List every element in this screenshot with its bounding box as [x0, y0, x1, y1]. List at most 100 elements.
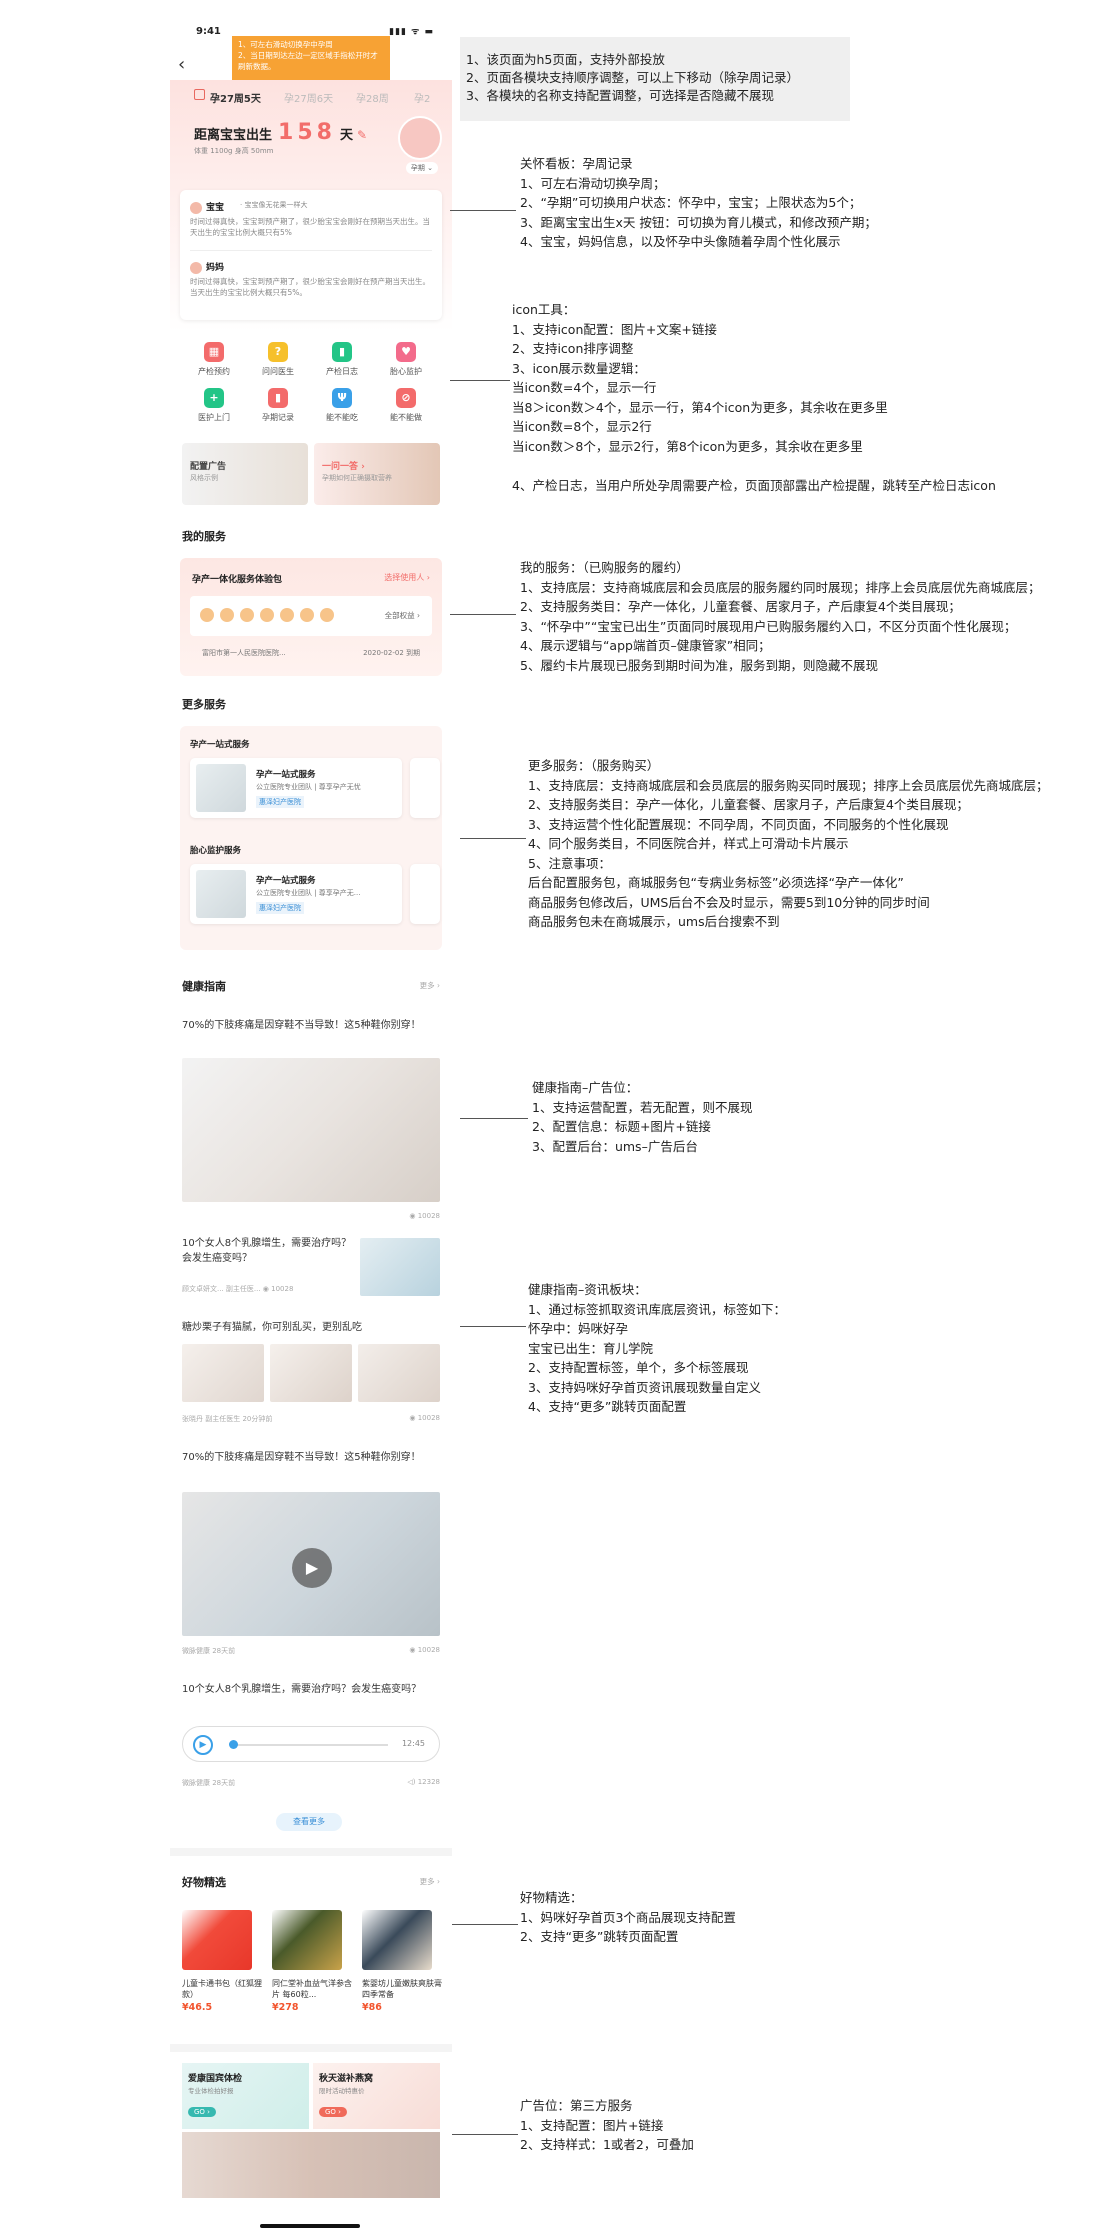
article-title[interactable]: 70%的下肢疼痛是因穿鞋不当导致！这5种鞋你别穿！	[182, 1018, 442, 1033]
icon-grid: ▦ 产检预约 ? 问问医生 ▮ 产检日志 ♥ 胎心监护 + 医护上门 ▮ 孕期记录 Ψ 能不能…	[170, 330, 452, 430]
week-tab[interactable]: 孕2	[414, 90, 430, 105]
service-group-title: 孕产一站式服务	[190, 740, 250, 750]
week-tab-current[interactable]: 孕27周5天	[210, 90, 261, 105]
service-desc: 公立医院专业团队 | 尊享孕产无...	[256, 889, 361, 897]
promo-qa[interactable]: 一问一答 › 孕期如何正确摄取营养	[314, 443, 440, 505]
checkup-icon: ▦	[204, 342, 224, 362]
article-title[interactable]: 糖炒栗子有猫腻，你可别乱买，更别乱吃	[182, 1320, 442, 1335]
note-line: 商品服务包未在商城展示，ums后台搜索不到	[528, 914, 780, 929]
icon-item-fetal-monitor[interactable]: ♥ 胎心监护	[374, 342, 438, 377]
goods-item[interactable]: 儿童卡通书包（红狐狸款） ¥46.5	[182, 1910, 262, 2020]
promo-ad-left[interactable]: 配置广告 风格示例	[182, 443, 308, 505]
ad-title: 爱康国宾体检	[188, 2074, 243, 2084]
due-countdown[interactable]: 距离宝宝出生 158 天 ✎	[194, 120, 367, 145]
utensils-icon: Ψ	[332, 388, 352, 408]
icon-item-can-eat[interactable]: Ψ 能不能吃	[310, 388, 374, 423]
service-card[interactable]: 孕产一站式服务 公立医院专业团队 | 尊享孕产无... 惠泽妇产医院	[190, 864, 402, 924]
all-benefits-link[interactable]: 全部权益 ›	[385, 610, 420, 621]
section-title-goods: 好物精选	[182, 1876, 226, 1889]
article-title[interactable]: 10个女人8个乳腺增生，需要治疗吗？会发生癌变吗？	[182, 1236, 352, 1266]
icon-item-records[interactable]: ▮ 孕期记录	[246, 388, 310, 423]
goods-name: 儿童卡通书包（红狐狸款）	[182, 1979, 262, 1999]
article-thumb[interactable]	[270, 1344, 352, 1402]
note-health-ad: 健康指南–广告位： 1、支持运营配置，若无配置，则不展现 2、配置信息：标题+图…	[532, 1078, 752, 1156]
article-views: ◉ 10028	[409, 1212, 440, 1220]
status-switch[interactable]: 孕期 ⌄	[405, 162, 438, 174]
ad-banner-left[interactable]: 爱康国宾体检 专业体检拍好报 GO ›	[182, 2063, 309, 2129]
ad-banner-right[interactable]: 秋天滋补燕窝 限时活动特惠价 GO ›	[313, 2063, 440, 2129]
audio-scrubber[interactable]	[229, 1740, 238, 1749]
note-line: 当icon数＞8个，显示2行，第8个icon为更多，其余收在更多里	[512, 438, 863, 454]
audio-player[interactable]: ▶ 12:45	[182, 1726, 440, 1762]
back-arrow-icon[interactable]: ‹	[178, 54, 185, 75]
week-tab[interactable]: 孕28周	[356, 90, 389, 105]
countdown-value: 158	[278, 120, 336, 145]
ad-sub: 限时活动特惠价	[319, 2087, 365, 2095]
goods-item[interactable]: 同仁堂补血益气洋参含片 每60粒... ¥278	[272, 1910, 352, 2020]
note-line: 2、配置信息：标题+图片+链接	[532, 1119, 711, 1134]
note-line: 2、支持服务类目：孕产一体化，儿童套餐、居家月子，产后康复4个类目展现；	[528, 797, 969, 812]
health-more-link[interactable]: 更多 ›	[420, 980, 440, 991]
week-selector[interactable]: 孕27周5天 孕27周6天 孕28周 孕2	[170, 84, 452, 106]
ad-title: 秋天滋补燕窝	[319, 2074, 374, 2084]
note-ad: 广告位：第三方服务 1、支持配置：图片+链接 2、支持样式：1或者2，可叠加	[520, 2096, 694, 2155]
home-indicator	[260, 2224, 360, 2228]
icon-label: 产检预约	[198, 367, 230, 376]
audio-track[interactable]	[233, 1744, 388, 1746]
service-card[interactable]: 孕产一站式服务 公立医院专业团队 | 尊享孕产无忧 惠泽妇产医院	[190, 758, 402, 818]
status-icons: ▮▮▮ ᯤ ▬	[389, 27, 434, 37]
note-line: 2、支持“更多”跳转页面配置	[520, 1929, 679, 1944]
article-thumb[interactable]	[358, 1344, 440, 1402]
note-my-service: 我的服务：（已购服务的履约） 1、支持底层：支持商城底层和会员底层的服务履约同时…	[520, 558, 1040, 675]
select-user-link[interactable]: 选择使用人 ›	[384, 572, 430, 583]
more-service-panel: 孕产一站式服务 孕产一站式服务 公立医院专业团队 | 尊享孕产无忧 惠泽妇产医院…	[180, 726, 442, 950]
icon-item-checkup[interactable]: ▦ 产检预约	[182, 342, 246, 377]
article-meta: 微脉健康 28天前	[182, 1779, 236, 1787]
question-icon: ?	[268, 342, 288, 362]
service-card-peek[interactable]	[410, 864, 440, 924]
calendar-icon[interactable]	[194, 89, 205, 100]
article-title[interactable]: 70%的下肢疼痛是因穿鞋不当导致！这5种鞋你别穿！	[182, 1450, 442, 1465]
service-card-peek[interactable]	[410, 758, 440, 818]
benefit-icon	[260, 608, 274, 622]
note-line: 4、展示逻辑与“app端首页–健康管家”相同；	[520, 638, 771, 653]
connector-line	[460, 1326, 526, 1327]
note-line: 1、妈咪好孕首页3个商品展现支持配置	[520, 1909, 736, 1925]
service-image	[196, 870, 246, 918]
article-thumb[interactable]	[182, 1344, 264, 1402]
note-line: 1、支持配置：图片+链接	[520, 2117, 664, 2133]
service-name: 孕产一站式服务	[256, 876, 316, 886]
article-image[interactable]	[182, 1058, 440, 1202]
goods-item[interactable]: 紫婴坊儿童嫩肤爽肤膏 四季常备 ¥86	[362, 1910, 442, 2020]
tip-line: 1、可左右滑动切换孕中孕周	[238, 40, 333, 49]
ad-go-button[interactable]: GO ›	[188, 2107, 216, 2117]
goods-more-link[interactable]: 更多 ›	[420, 1876, 440, 1887]
edit-icon[interactable]: ✎	[357, 128, 367, 142]
icon-label: 医护上门	[198, 413, 230, 422]
note-line: 2、页面各模块支持顺序调整，可以上下移动（除孕周记录）	[466, 70, 799, 85]
benefits-row[interactable]: 全部权益 ›	[190, 596, 432, 636]
load-more-button[interactable]: 查看更多	[276, 1813, 342, 1831]
ad-banner-wide[interactable]	[182, 2132, 440, 2198]
ad-go-button[interactable]: GO ›	[319, 2107, 347, 2117]
article-title[interactable]: 10个女人8个乳腺增生，需要治疗吗？会发生癌变吗？	[182, 1682, 442, 1697]
baby-text: 时间过得真快，宝宝到预产期了，很少胎宝宝会刚好在预期当天出生。当天出生的宝宝比例…	[190, 217, 430, 237]
icon-item-ask-doctor[interactable]: ? 问问医生	[246, 342, 310, 377]
article-thumb[interactable]	[360, 1238, 440, 1296]
my-service-card[interactable]: 孕产一体化服务体验包 选择使用人 › 全部权益 › 富阳市第一人民医院医院...…	[180, 558, 442, 676]
note-line: 5、注意事项：	[528, 855, 611, 871]
play-icon[interactable]: ▶	[193, 1735, 213, 1755]
goods-price: ¥86	[362, 2002, 382, 2013]
note-line: 2、支持服务类目：孕产一体化，儿童套餐、居家月子，产后康复4个类目展现；	[520, 599, 961, 614]
promo-title: 一问一答 ›	[322, 462, 365, 472]
week-tab[interactable]: 孕27周6天	[284, 90, 333, 105]
goods-name: 紫婴坊儿童嫩肤爽肤膏 四季常备	[362, 1979, 442, 1999]
icon-item-can-do[interactable]: ⊘ 能不能做	[374, 388, 438, 423]
note-line: 我的服务：（已购服务的履约）	[520, 560, 689, 575]
play-icon[interactable]: ▶	[292, 1548, 332, 1588]
section-title-health: 健康指南	[182, 980, 226, 993]
icon-item-checkup-log[interactable]: ▮ 产检日志	[310, 342, 374, 377]
icon-item-home-care[interactable]: + 医护上门	[182, 388, 246, 423]
goods-image	[362, 1910, 432, 1970]
connector-line	[450, 210, 516, 211]
